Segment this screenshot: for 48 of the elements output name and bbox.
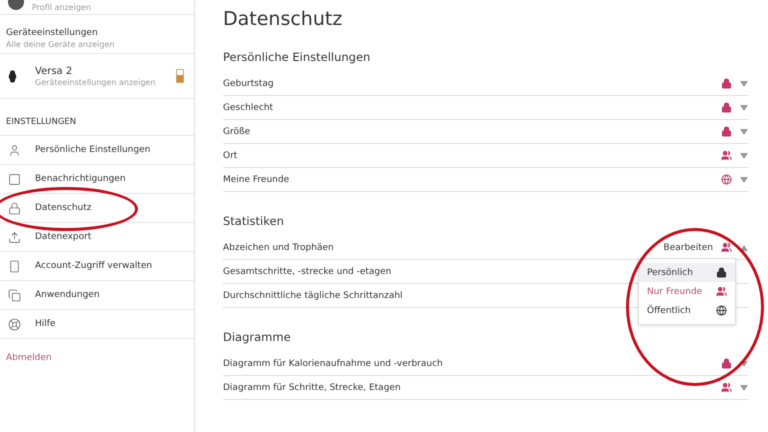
section-heading: Statistiken [223,214,285,228]
section-title: EINSTELLUNGEN [0,99,194,136]
section-heading: Persönliche Einstellungen [223,50,372,64]
device-subtitle: Geräteeinstellungen anzeigen [35,78,156,86]
lifebuoy-icon [8,318,21,330]
sidebar-item[interactable]: Datenschutz [0,194,194,223]
upload-icon [8,230,21,244]
logout-link[interactable]: Abmelden [0,339,194,377]
edit-label: Bearbeiten [664,242,713,252]
setting-label: Geburtstag [223,78,274,88]
setting-label: Durchschnittliche tägliche Schrittanzahl [223,290,403,300]
sidebar-item[interactable]: Persönliche Einstellungen [0,136,194,165]
menu-item[interactable]: Nur Freunde [639,282,735,301]
setting-label: Gesamtschritte, -strecke und -etagen [223,266,392,276]
caret-icon[interactable] [740,152,748,158]
caret-icon[interactable] [740,176,748,182]
sidebar-item[interactable]: Account-Zugriff verwalten [0,252,194,281]
caret-icon[interactable] [740,128,748,134]
stacked-squares-icon [8,288,21,302]
setting-label: Diagramm für Kalorienaufnahme und -verbrauch [223,358,443,368]
setting-label: Meine Freunde [223,174,290,184]
devices-subtitle: Alle deine Geräte anzeigen [6,40,116,49]
sidebar-item[interactable]: Benachrichtigungen [0,165,194,194]
person-icon [8,144,21,156]
devices-title[interactable]: Geräteeinstellungen [6,28,188,38]
phone-icon [8,260,21,272]
device-name[interactable]: Versa 2 [35,66,160,76]
menu-item[interactable]: Persönlich [639,263,735,282]
sidebar-item[interactable]: Datenexport [0,223,194,252]
setting-label: Geschlecht [223,102,274,112]
caret-icon[interactable] [740,104,748,110]
setting-label: Größe [223,126,250,136]
page-title: Datenschutz [223,8,344,30]
watch-icon [6,70,19,82]
caret-icon[interactable] [740,360,748,366]
setting-label: Diagramm für Schritte, Strecke, Etagen [223,382,401,392]
caret-icon[interactable] [740,384,748,390]
caret-icon[interactable] [740,80,748,86]
caret-icon[interactable] [740,244,748,250]
menu-item[interactable]: Öffentlich [639,301,735,320]
setting-label: Abzeichen und Trophäen [223,242,334,252]
battery-icon [176,69,184,83]
sidebar-item[interactable]: Hilfe [0,310,194,339]
sidebar-item[interactable]: Anwendungen [0,281,194,310]
lock-icon [8,202,21,214]
section-heading: Diagramme [223,330,292,344]
setting-label: Ort [223,150,238,160]
square-icon [8,172,21,186]
